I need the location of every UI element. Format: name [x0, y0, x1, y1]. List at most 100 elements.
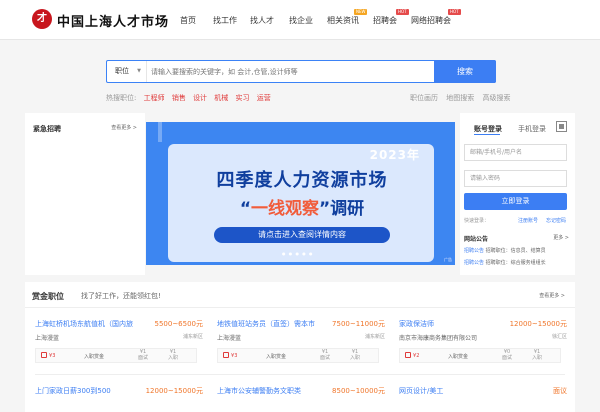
- nav-home[interactable]: 首页: [180, 15, 196, 26]
- hot-search-label: 热搜职位:: [106, 94, 137, 102]
- interview-reward-label: 面试: [502, 355, 513, 361]
- new-badge: NEW: [354, 9, 368, 15]
- map-search-link[interactable]: 地图搜索: [446, 94, 474, 102]
- nav-job-fair[interactable]: 招聘会: [373, 15, 397, 26]
- banner-cta-button[interactable]: 请点击进入查阅详情内容: [214, 227, 390, 243]
- hot-keyword[interactable]: 设计: [193, 94, 207, 102]
- job-title[interactable]: 家政保洁师: [399, 319, 434, 329]
- job-card[interactable]: 网页设计/美工 面议: [399, 386, 567, 400]
- divider: [25, 307, 575, 308]
- qr-code-icon[interactable]: [556, 121, 567, 132]
- job-company[interactable]: 南京市海康商务集团有限公司: [399, 333, 477, 342]
- bounty-title: 赏金职位: [32, 292, 64, 301]
- username-field[interactable]: 邮箱/手机号/用户名: [464, 144, 567, 161]
- interview-reward: ¥1 面试: [138, 349, 149, 361]
- nav-find-job[interactable]: 找工作: [213, 15, 237, 26]
- banner-decoration: [158, 122, 162, 142]
- notice-tag: 招聘公告: [464, 248, 485, 254]
- notice-title: 网站公告: [464, 236, 489, 243]
- active-tab-indicator: [474, 134, 500, 135]
- onboard-reward-label: 入职: [168, 355, 179, 361]
- site-logo[interactable]: 才 中国上海人才市场: [32, 9, 168, 31]
- onboard-reward-label: 入职: [532, 355, 543, 361]
- logo-text: 中国上海人才市场: [57, 15, 170, 30]
- quick-login-label: 快速登录：: [464, 218, 490, 224]
- banner-sub-suffix: ”调研: [319, 199, 365, 219]
- hot-keyword[interactable]: 实习: [236, 94, 250, 102]
- notice-item[interactable]: 招聘公告 招聘职位：综合服务组组长: [464, 259, 546, 266]
- notice-item[interactable]: 招聘公告 招聘职位：信息员、结算员: [464, 247, 546, 254]
- onboard-reward: ¥1 入职: [532, 349, 543, 361]
- urgent-more-link[interactable]: 查看更多 >: [111, 124, 137, 131]
- job-title[interactable]: 上海市公安辅警勤务文职类: [217, 386, 301, 396]
- job-title[interactable]: 网页设计/美工: [399, 386, 443, 396]
- job-title[interactable]: 上门家政日薪300到500: [35, 386, 111, 396]
- job-region: 徐汇区: [551, 334, 567, 340]
- logo-mark-icon: 才: [32, 9, 52, 29]
- nav-online-fair[interactable]: 网络招聘会: [411, 15, 451, 26]
- bounty-jobs-panel: 赏金职位 找了好工作，还能领红包! 查看更多 > 上海虹桥机场东航值机（国内旅 …: [25, 282, 575, 412]
- bounty-reward-row: ¥3 入职赏金 ¥1 面试 ¥1 入职: [35, 348, 197, 363]
- bounty-amount: ¥2: [405, 352, 419, 359]
- tab-phone-login[interactable]: 手机登录: [518, 124, 546, 134]
- carousel-dots[interactable]: ● ● ● ● ●: [282, 251, 314, 256]
- job-card[interactable]: 地铁值班站务员（直签）需本市 7500~11000元 上海漫蓝 浦东新区 ¥3 …: [217, 319, 385, 365]
- interview-reward-label: 面试: [138, 355, 149, 361]
- hot-keyword[interactable]: 销售: [172, 94, 186, 102]
- search-type-select[interactable]: 职位 ▼: [107, 61, 147, 82]
- job-salary: 12000~15000元: [145, 387, 203, 395]
- hot-search-keywords: 热搜职位: 工程师 销售 设计 机械 实习 运营: [106, 93, 271, 103]
- hot-badge: HOT: [396, 9, 409, 15]
- job-title[interactable]: 上海虹桥机场东航值机（国内旅: [35, 319, 133, 329]
- coupon-icon: [223, 352, 229, 358]
- login-button[interactable]: 立即登录: [464, 193, 567, 210]
- hot-keyword[interactable]: 机械: [214, 94, 228, 102]
- banner-headline: 四季度人力资源市场: [216, 170, 388, 191]
- bounty-more-link[interactable]: 查看更多 >: [539, 292, 565, 299]
- banner-subheadline: “一线观察”调研: [184, 194, 420, 219]
- job-salary: 面议: [553, 387, 567, 395]
- interview-reward-label: 面试: [320, 355, 331, 361]
- job-company[interactable]: 上海漫蓝: [35, 333, 59, 342]
- interview-reward: ¥1 面试: [320, 349, 331, 361]
- hot-keyword[interactable]: 工程师: [144, 94, 165, 102]
- advanced-search-link[interactable]: 高级搜索: [482, 94, 510, 102]
- notice-text: 招聘职位：信息员、结算员: [485, 248, 546, 254]
- job-card[interactable]: 上海市公安辅警勤务文职类 8500~10000元: [217, 386, 385, 400]
- nav-find-company[interactable]: 找企业: [289, 15, 313, 26]
- banner-year: 2023年: [369, 148, 420, 162]
- notice-text: 招聘职位：综合服务组组长: [485, 260, 546, 266]
- coupon-icon: [405, 352, 411, 358]
- ad-label: 广告: [444, 257, 452, 262]
- nav-news[interactable]: 相关资讯: [327, 15, 359, 26]
- nav-find-talent[interactable]: 找人才: [250, 15, 274, 26]
- search-button[interactable]: 搜索: [434, 60, 496, 83]
- banner-emphasis: 一线观察: [251, 199, 319, 219]
- promo-banner[interactable]: 2023年 四季度人力资源市场 “一线观察”调研 请点击进入查阅详情内容 ● ●…: [146, 122, 455, 265]
- bounty-amount: ¥3: [223, 352, 237, 359]
- job-card[interactable]: 家政保洁师 12000~15000元 南京市海康商务集团有限公司 徐汇区 ¥2 …: [399, 319, 567, 365]
- notice-tag: 招聘公告: [464, 260, 485, 266]
- register-link[interactable]: 注册账号: [518, 217, 538, 224]
- tab-account-login[interactable]: 账号登录: [474, 124, 502, 134]
- job-region: 浦东新区: [182, 334, 203, 340]
- interview-reward: ¥0 面试: [502, 349, 513, 361]
- notice-more-link[interactable]: 更多 >: [553, 234, 569, 241]
- job-salary: 5500~6500元: [154, 320, 204, 328]
- forgot-password-link[interactable]: 忘记密码: [546, 217, 566, 224]
- job-map-link[interactable]: 职位画历: [410, 94, 438, 102]
- job-card[interactable]: 上门家政日薪300到500 12000~15000元: [35, 386, 203, 400]
- password-field[interactable]: 请输入密码: [464, 170, 567, 187]
- hot-badge: HOT: [448, 9, 461, 15]
- job-card[interactable]: 上海虹桥机场东航值机（国内旅 5500~6500元 上海漫蓝 浦东新区 ¥3 入…: [35, 319, 203, 365]
- chevron-down-icon: ▼: [137, 68, 141, 74]
- search-input[interactable]: [151, 61, 431, 82]
- top-header: 才 中国上海人才市场 首页 找工作 找人才 找企业 相关资讯 NEW 招聘会 H…: [0, 0, 600, 40]
- bounty-subtitle: 找了好工作，还能领红包!: [81, 292, 161, 300]
- job-company[interactable]: 上海漫蓝: [217, 333, 241, 342]
- divider: [35, 374, 565, 375]
- coupon-icon: [41, 352, 47, 358]
- job-title[interactable]: 地铁值班站务员（直签）需本市: [217, 319, 315, 329]
- hot-keyword[interactable]: 运营: [257, 94, 271, 102]
- login-panel: 账号登录 手机登录 邮箱/手机号/用户名 请输入密码 立即登录 快速登录： 注册…: [460, 113, 575, 275]
